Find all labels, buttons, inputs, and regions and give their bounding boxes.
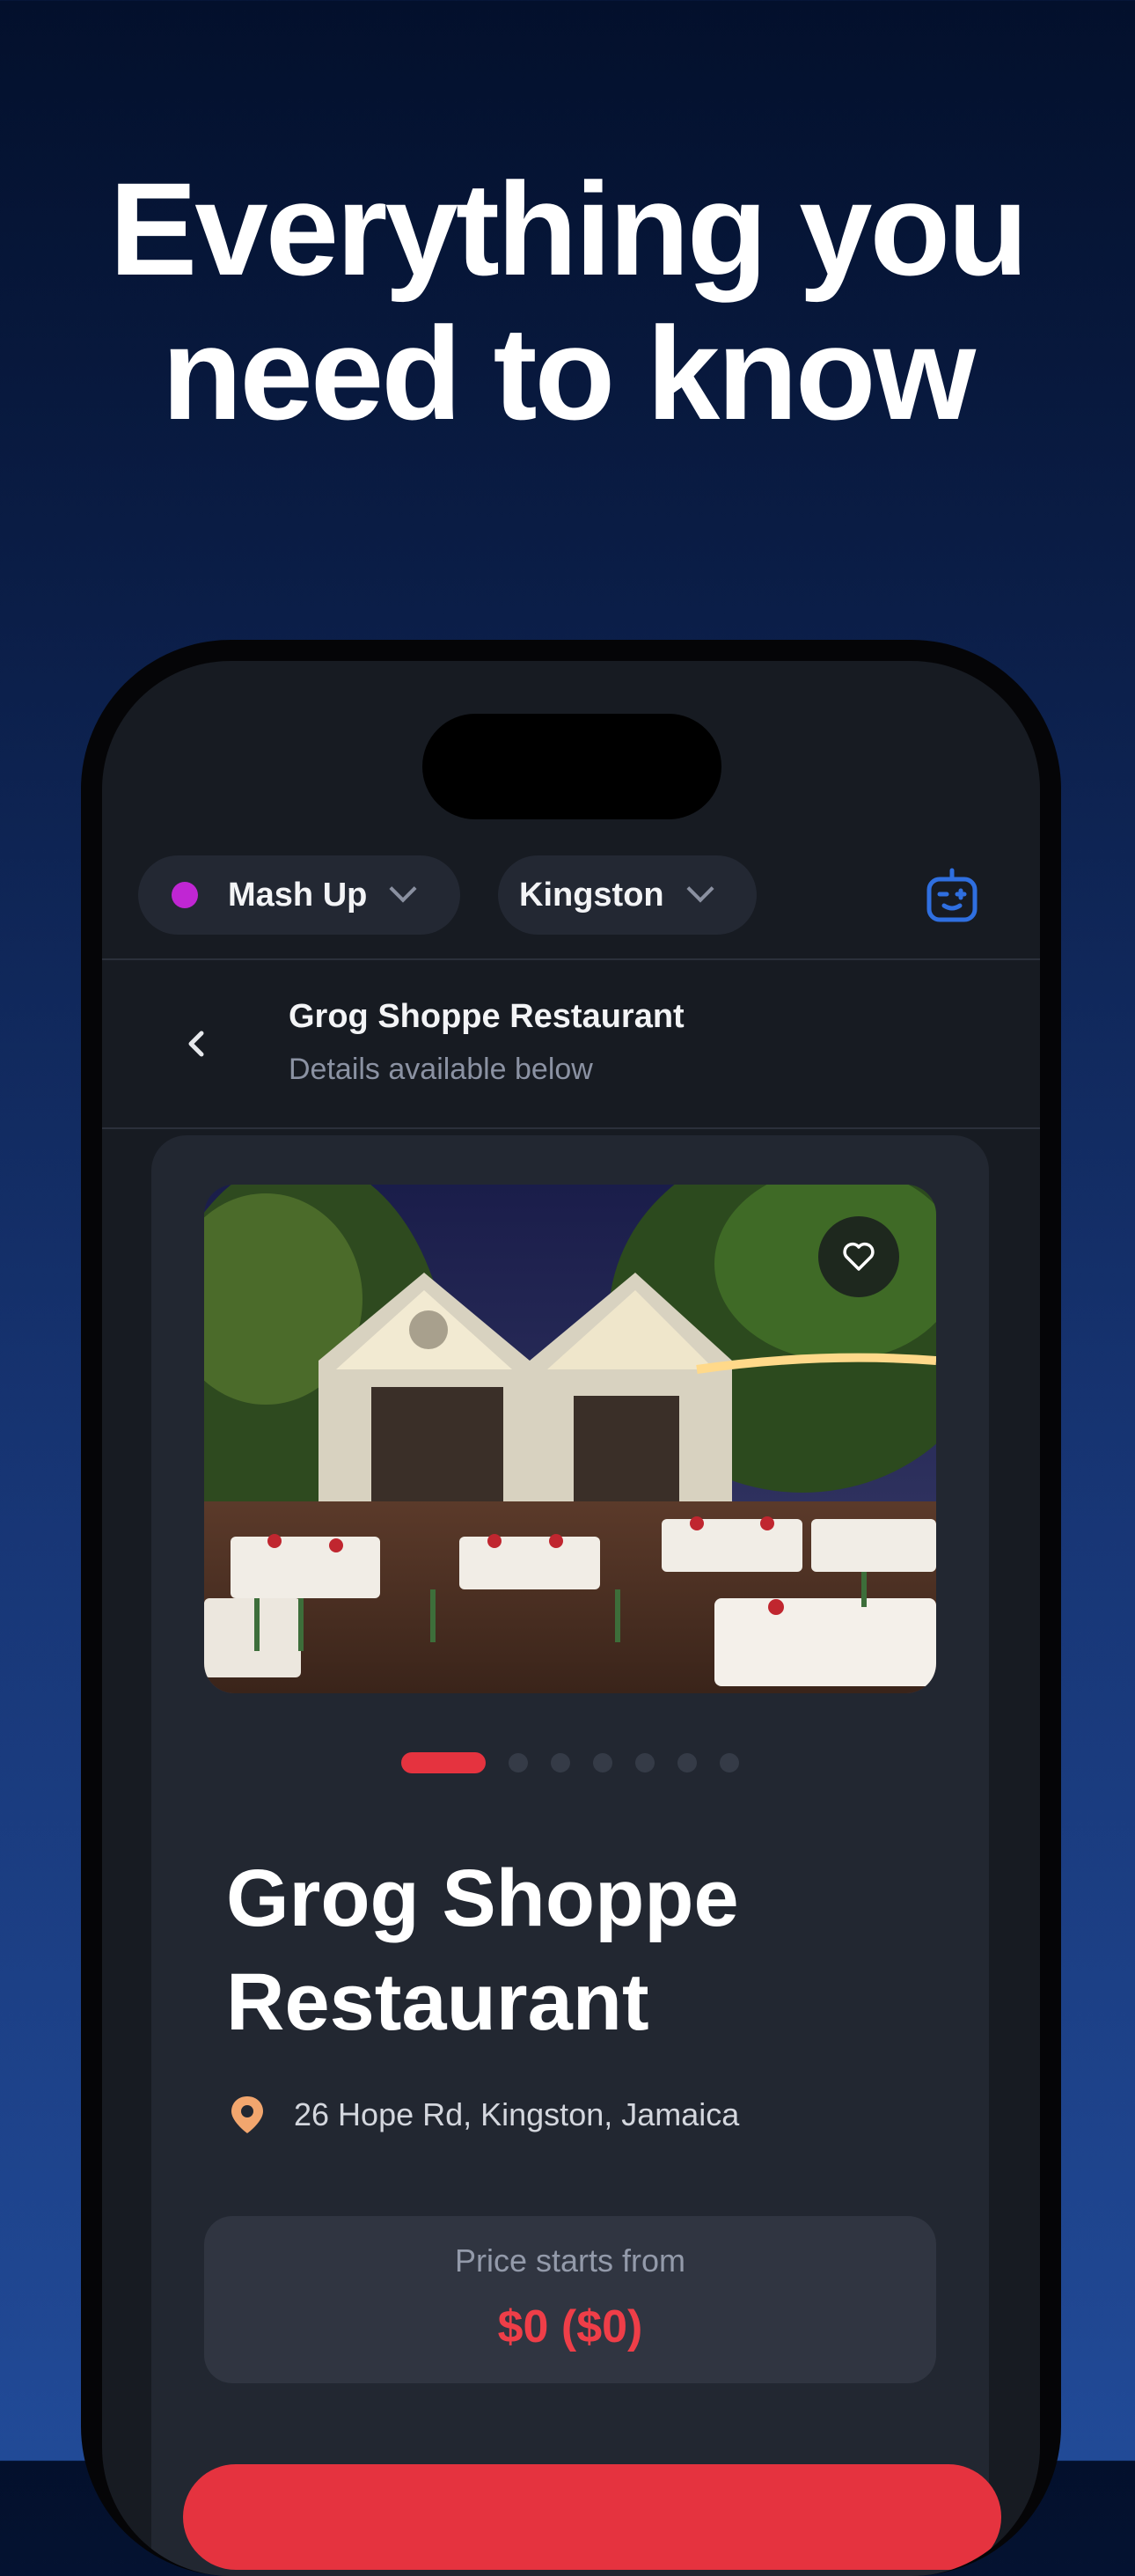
carousel-dot[interactable]	[593, 1753, 612, 1772]
headline-line-2: need to know	[161, 299, 976, 447]
carousel-indicator	[151, 1751, 989, 1774]
place-address: 26 Hope Rd, Kingston, Jamaica	[294, 2096, 740, 2132]
robot-icon[interactable]	[923, 867, 981, 925]
category-filter-chip[interactable]: Mash Up	[138, 855, 460, 935]
chevron-down-icon	[389, 875, 417, 903]
app-screen: Mash Up Kingston Grog Shoppe Restaurant	[102, 661, 1040, 2576]
price-value: $0 ($0)	[497, 2301, 643, 2352]
price-label: Price starts from	[454, 2242, 686, 2279]
carousel-dot[interactable]	[551, 1753, 570, 1772]
carousel-dot[interactable]	[635, 1753, 655, 1772]
category-filter-label: Mash Up	[228, 876, 368, 914]
primary-action-button[interactable]	[183, 2464, 1001, 2570]
price-box: Price starts from $0 ($0)	[204, 2216, 936, 2383]
page-subtitle: Details available below	[289, 1053, 593, 1086]
headline-line-1: Everything you	[109, 155, 1029, 303]
heart-icon	[843, 1242, 875, 1271]
favorite-button[interactable]	[818, 1216, 899, 1297]
location-filter-label: Kingston	[519, 876, 664, 914]
marketing-headline: Everything you need to know	[0, 157, 1135, 445]
location-filter-chip[interactable]: Kingston	[498, 855, 757, 935]
header-divider	[102, 958, 1040, 960]
map-pin-icon	[231, 2096, 263, 2133]
carousel-dot[interactable]	[720, 1753, 739, 1772]
back-button[interactable]	[179, 1026, 215, 1061]
place-card: Grog Shoppe Restaurant 26 Hope Rd, Kings…	[151, 1135, 989, 2576]
page-title: Grog Shoppe Restaurant	[289, 998, 685, 1035]
carousel-dot[interactable]	[509, 1753, 528, 1772]
carousel-dot[interactable]	[677, 1753, 697, 1772]
nav-divider	[102, 1127, 1040, 1129]
chevron-left-icon	[188, 1031, 204, 1057]
carousel-dot-active[interactable]	[401, 1752, 486, 1773]
dynamic-island	[422, 714, 721, 819]
chevron-down-icon	[686, 875, 714, 903]
place-name: Grog Shoppe Restaurant	[226, 1853, 739, 2047]
category-color-dot	[172, 882, 198, 908]
address-row: 26 Hope Rd, Kingston, Jamaica	[229, 2095, 739, 2135]
place-photo[interactable]	[204, 1185, 936, 1693]
phone-frame: Mash Up Kingston Grog Shoppe Restaurant	[81, 640, 1061, 2576]
